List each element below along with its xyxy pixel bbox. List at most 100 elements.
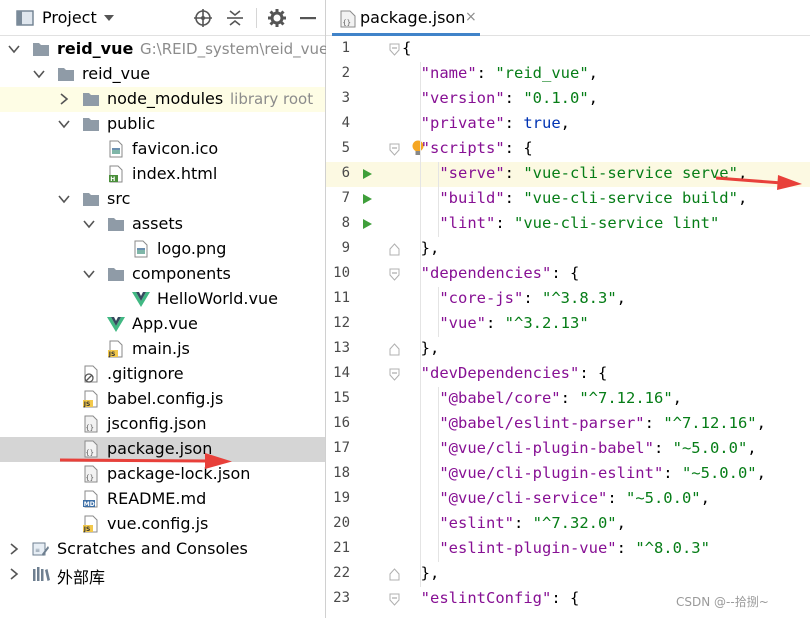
fold-open-icon[interactable] [389, 43, 400, 56]
tree-item[interactable]: {} jsconfig.json [0, 412, 325, 437]
code-text: "scripts": { [402, 139, 533, 157]
code-token: "0.1.0" [523, 89, 589, 107]
chevron-down-icon[interactable] [58, 118, 70, 130]
code-text: { [402, 39, 411, 57]
minimize-icon[interactable] [300, 17, 316, 20]
fold-open-icon[interactable] [389, 368, 400, 381]
fold-close-icon[interactable] [389, 243, 400, 256]
code-line[interactable]: 14 "devDependencies": { [326, 362, 810, 387]
code-line[interactable]: 10 "dependencies": { [326, 262, 810, 287]
code-token: "version" [420, 89, 505, 107]
tree-item-label: favicon.ico [132, 139, 219, 158]
chevron-down-icon[interactable] [83, 218, 95, 230]
code-text: "eslint": "^7.32.0", [402, 514, 626, 532]
svg-text:H: H [110, 176, 115, 183]
tree-item[interactable]: JS main.js [0, 337, 325, 362]
fold-open-icon[interactable] [389, 143, 400, 156]
code-token: : { [504, 139, 533, 157]
code-line[interactable]: 11 "core-js": "^3.8.3", [326, 287, 810, 312]
gear-icon[interactable] [268, 9, 286, 27]
code-token: : [513, 514, 533, 532]
fold-open-icon[interactable] [389, 593, 400, 606]
tree-item-label: 外部库 [57, 568, 106, 587]
code-line[interactable]: 13 }, [326, 337, 810, 362]
code-line[interactable]: 22 }, [326, 562, 810, 587]
tree-item[interactable]: ≡ Scratches and Consoles [0, 537, 325, 562]
code-line[interactable]: 1{ [326, 37, 810, 62]
fold-close-icon[interactable] [389, 343, 400, 356]
tree-item[interactable]: logo.png [0, 237, 325, 262]
run-script-icon[interactable] [363, 219, 372, 229]
svg-text:{}: {} [86, 474, 94, 482]
run-script-icon[interactable] [363, 194, 372, 204]
code-text: "dependencies": { [402, 264, 580, 282]
code-line[interactable]: 8 "lint": "vue-cli-service lint" [326, 212, 810, 237]
code-line[interactable]: 17 "@vue/cli-plugin-babel": "~5.0.0", [326, 437, 810, 462]
code-token: "^8.0.3" [635, 539, 710, 557]
line-number: 14 [333, 365, 350, 381]
chevron-down-icon[interactable] [58, 193, 70, 205]
code-line[interactable]: 2 "name": "reid_vue", [326, 62, 810, 87]
chevron-right-icon[interactable] [8, 568, 20, 580]
tab-close-button[interactable]: × [465, 9, 477, 25]
code-line[interactable]: 5 "scripts": { [326, 137, 810, 162]
tree-item-label: main.js [132, 339, 190, 358]
code-token: : [616, 539, 636, 557]
code-line[interactable]: 18 "@vue/cli-plugin-eslint": "~5.0.0", [326, 462, 810, 487]
code-line[interactable]: 3 "version": "0.1.0", [326, 87, 810, 112]
code-token: "vue" [439, 314, 486, 332]
line-number: 21 [333, 540, 350, 556]
code-token: , [588, 89, 599, 107]
chevron-down-icon[interactable] [33, 68, 45, 80]
code-line[interactable]: 21 "eslint-plugin-vue": "^8.0.3" [326, 537, 810, 562]
code-line[interactable]: 4 "private": true, [326, 112, 810, 137]
chevron-down-icon[interactable] [8, 43, 20, 55]
tree-item[interactable]: assets [0, 212, 325, 237]
tree-item[interactable]: public [0, 112, 325, 137]
line-number: 17 [333, 440, 350, 456]
fold-open-icon[interactable] [389, 268, 400, 281]
tree-item[interactable]: reid_vue [0, 62, 325, 87]
code-text: "core-js": "^3.8.3", [402, 289, 626, 307]
code-line[interactable]: 12 "vue": "^3.2.13" [326, 312, 810, 337]
tree-item[interactable]: Hindex.html [0, 162, 325, 187]
line-number: 1 [341, 40, 350, 56]
indent-guide [420, 62, 421, 587]
tab-package-json[interactable]: {} package.json × [332, 0, 480, 36]
code-token: "lint" [439, 214, 496, 232]
indent-guide [438, 287, 439, 337]
tree-item[interactable]: node_modules library root [0, 87, 325, 112]
tree-item[interactable]: App.vue [0, 312, 325, 337]
chevron-down-icon[interactable] [83, 268, 95, 280]
tree-item[interactable]: 外部库 [0, 562, 325, 587]
tree-item[interactable]: JS babel.config.js [0, 387, 325, 412]
tree-item[interactable]: MD README.md [0, 487, 325, 512]
code-token: , [560, 114, 571, 132]
line-number: 10 [333, 265, 350, 281]
tree-item[interactable]: favicon.ico [0, 137, 325, 162]
collapse-all-icon[interactable] [226, 9, 244, 27]
locate-file-icon[interactable] [194, 9, 212, 27]
tree-item[interactable]: .gitignore [0, 362, 325, 387]
chevron-down-icon[interactable] [103, 14, 115, 22]
tree-item[interactable]: src [0, 187, 325, 212]
code-token: : [504, 114, 524, 132]
run-script-icon[interactable] [363, 169, 372, 179]
svg-text:≡: ≡ [35, 547, 40, 554]
code-line[interactable]: 20 "eslint": "^7.32.0", [326, 512, 810, 537]
code-line[interactable]: 19 "@vue/cli-service": "~5.0.0", [326, 487, 810, 512]
tree-item[interactable]: HelloWorld.vue [0, 287, 325, 312]
code-token: "serve" [439, 164, 505, 182]
code-line[interactable]: 15 "@babel/core": "^7.12.16", [326, 387, 810, 412]
tree-item[interactable]: JS vue.config.js [0, 512, 325, 537]
chevron-right-icon[interactable] [8, 543, 20, 555]
code-line[interactable]: 9 }, [326, 237, 810, 262]
tree-item[interactable]: reid_vue G:\REID_system\reid_vue [0, 37, 328, 62]
tree-item[interactable]: components [0, 262, 325, 287]
chevron-right-icon[interactable] [58, 93, 70, 105]
fold-close-icon[interactable] [389, 568, 400, 581]
code-line[interactable]: 16 "@babel/eslint-parser": "^7.12.16", [326, 412, 810, 437]
project-view-title[interactable]: Project [42, 8, 97, 27]
code-text: "private": true, [402, 114, 570, 132]
line-number: 20 [333, 515, 350, 531]
